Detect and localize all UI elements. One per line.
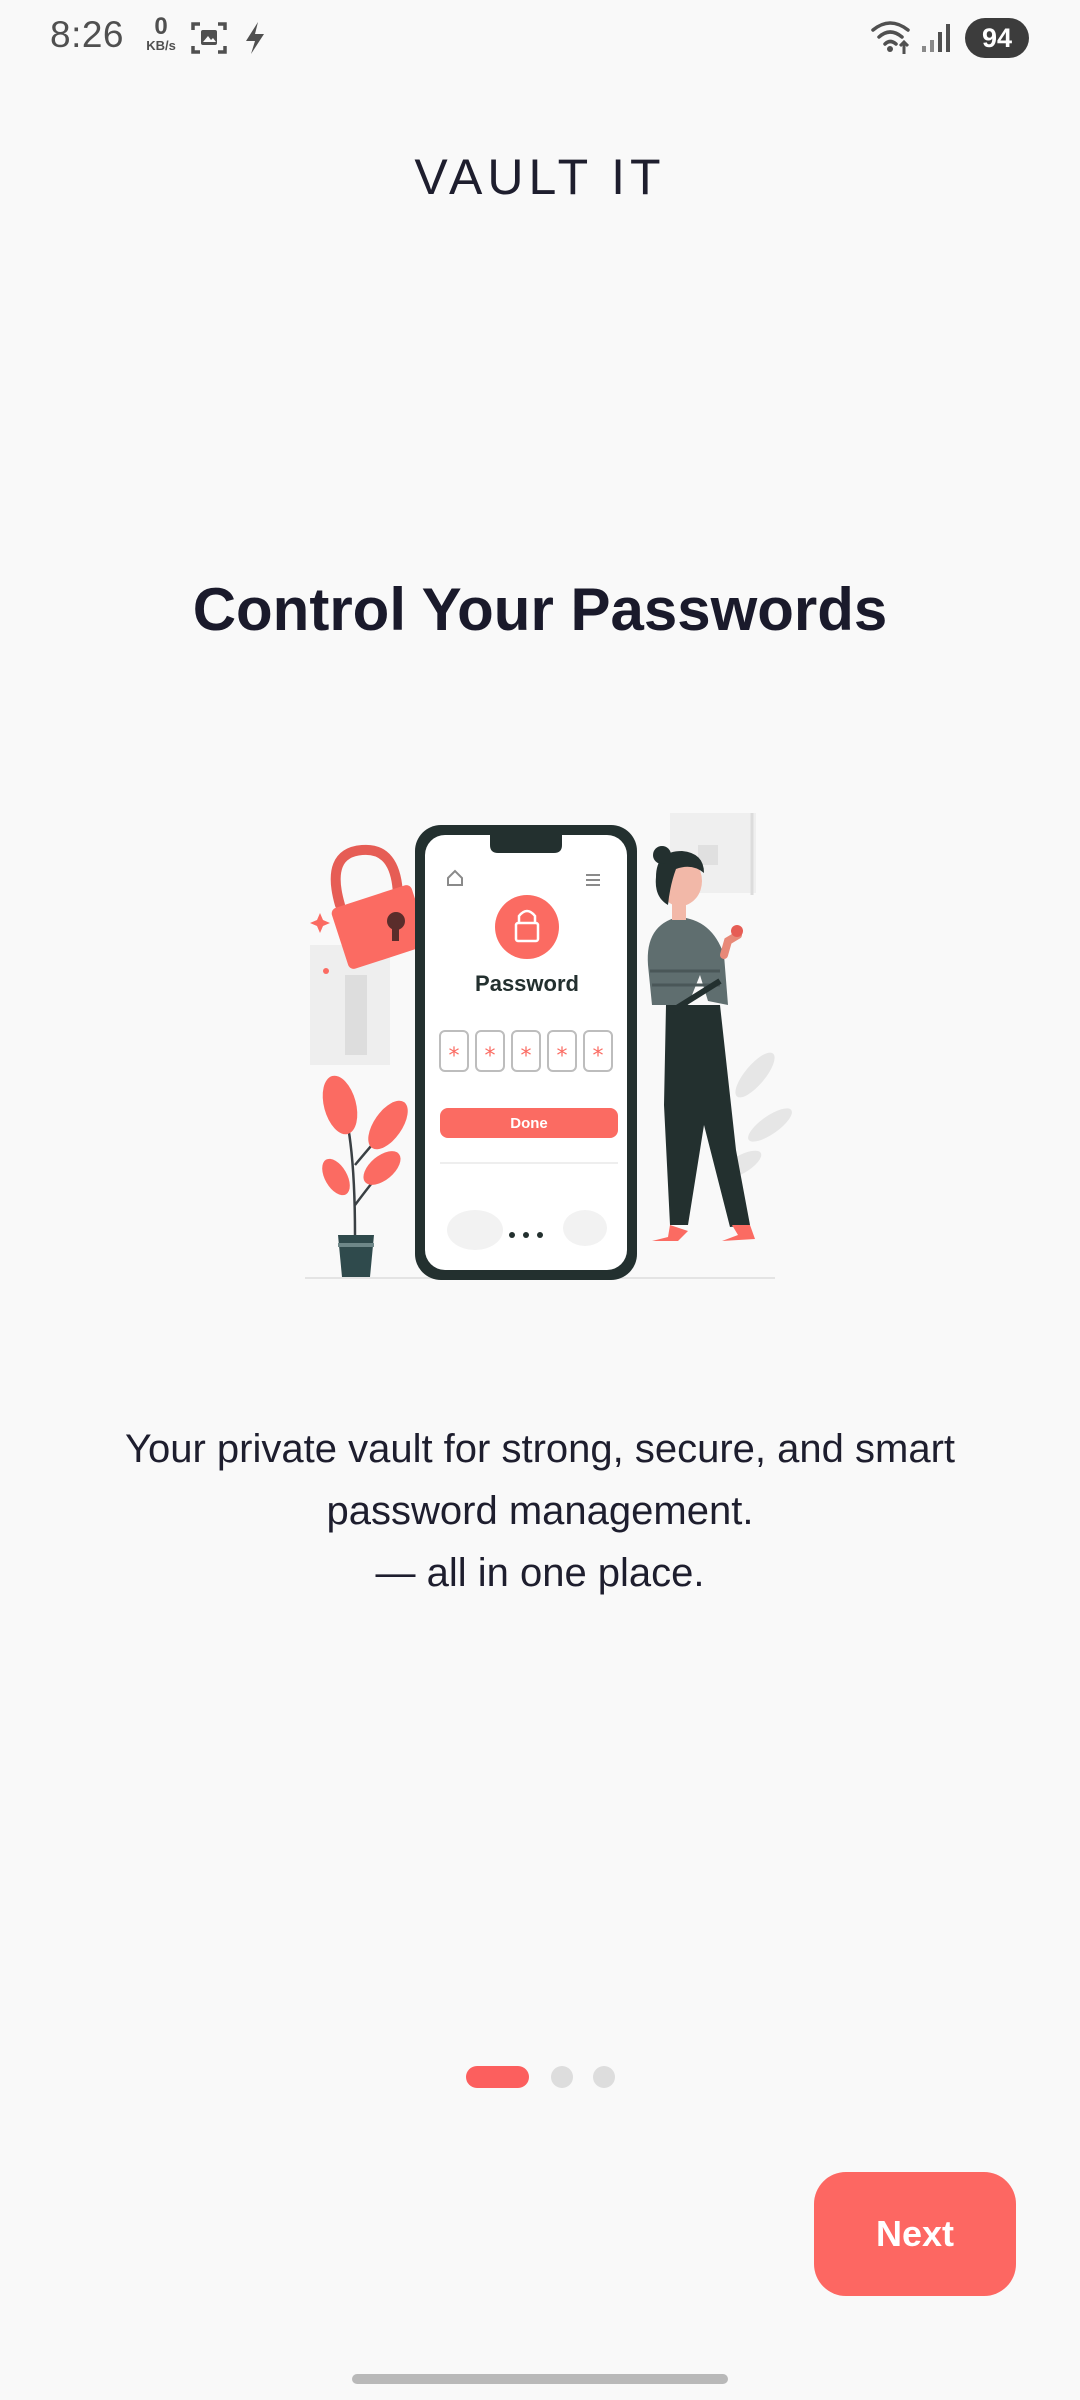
padlock-graphic	[330, 844, 429, 969]
phone-graphic: Password * * * * * Done	[415, 825, 637, 1280]
wifi-icon	[870, 18, 914, 61]
svg-text:*: *	[449, 1044, 460, 1069]
network-speed: 0 KB/s	[138, 15, 184, 53]
woman-graphic	[647, 846, 755, 1241]
illustration-password-label: Password	[475, 971, 579, 996]
onboarding-illustration: Password * * * * * Done	[300, 805, 800, 1285]
slide-title: Control Your Passwords	[192, 576, 888, 643]
next-button[interactable]: Next	[814, 2172, 1016, 2296]
gesture-nav-handle[interactable]	[352, 2374, 728, 2384]
description-line: — all in one place.	[375, 1551, 705, 1595]
signal-icon	[920, 22, 954, 59]
flash-icon	[242, 20, 268, 61]
svg-text:*: *	[557, 1044, 568, 1069]
svg-text:Done: Done	[510, 1115, 548, 1132]
status-time: 8:26	[50, 14, 125, 55]
app-title: VAULT IT	[414, 149, 666, 205]
status-bar: 8:26 0 KB/s 94	[0, 0, 1080, 76]
page-dot[interactable]	[593, 2066, 615, 2088]
description-line: password management.	[326, 1489, 754, 1533]
svg-text:*: *	[485, 1044, 496, 1069]
svg-text:*: *	[521, 1044, 532, 1069]
password-mask-boxes: * * * * *	[439, 1030, 613, 1072]
screenshot-icon	[190, 20, 228, 61]
network-speed-value: 0	[154, 13, 168, 40]
slide-description: Your private vault for strong, secure, a…	[60, 1418, 1020, 1604]
page-dot[interactable]	[551, 2066, 573, 2088]
battery-indicator: 94	[965, 18, 1029, 58]
description-line: Your private vault for strong, secure, a…	[124, 1427, 956, 1471]
page-dot-active[interactable]	[466, 2066, 529, 2088]
network-speed-unit: KB/s	[146, 38, 176, 53]
plant-graphic	[322, 1075, 408, 1277]
svg-text:*: *	[593, 1044, 604, 1069]
